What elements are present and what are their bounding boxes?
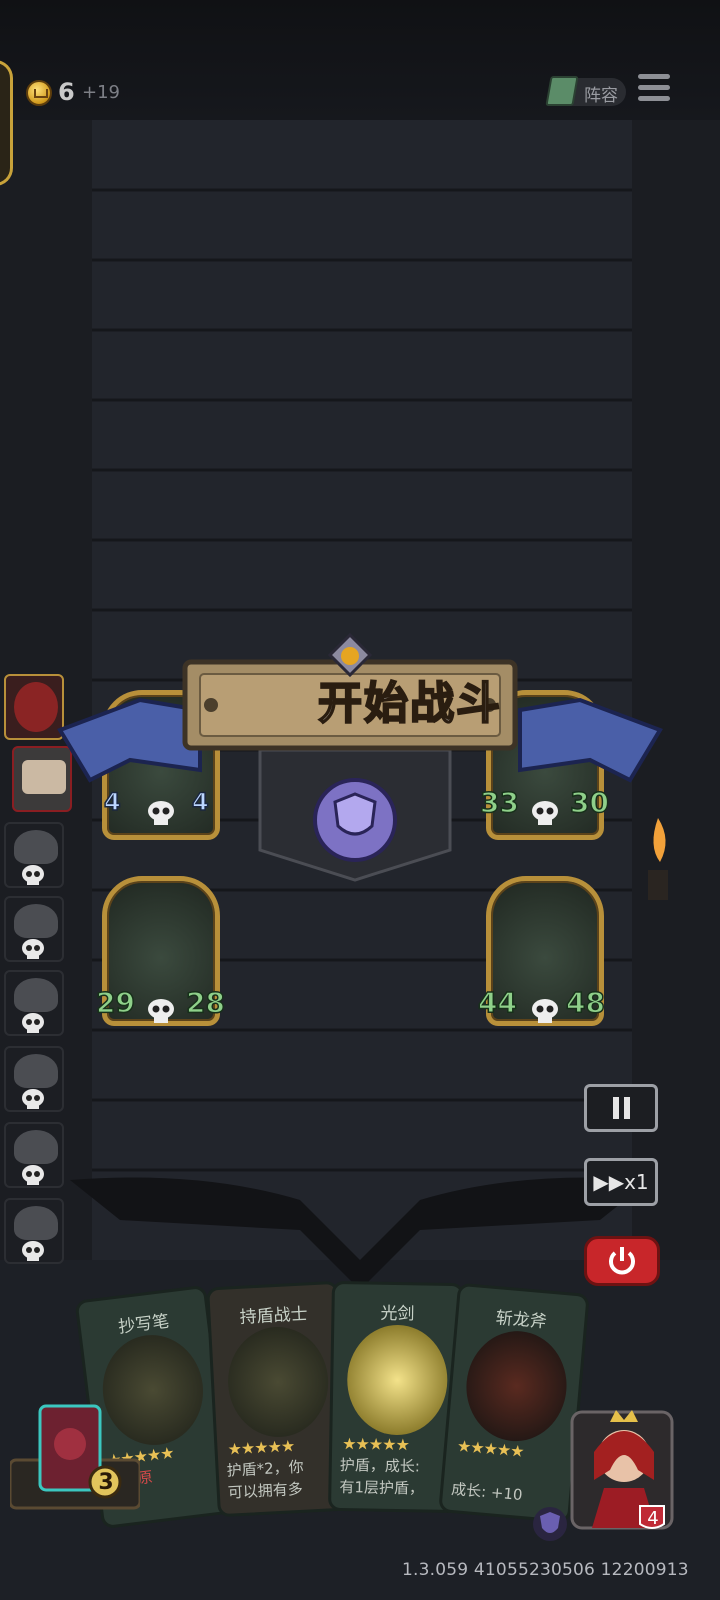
start-battle-banner: 开始战斗 — [50, 630, 670, 890]
skull-icon — [22, 865, 44, 885]
party-slot-8[interactable] — [4, 1198, 64, 1264]
party-slot-4[interactable] — [4, 896, 64, 962]
menu-icon[interactable] — [638, 74, 670, 104]
card-description: 成长: +10 — [450, 1479, 524, 1505]
pause-button[interactable] — [584, 1084, 658, 1132]
queen-portrait — [570, 1410, 674, 1530]
skull-icon — [22, 1089, 44, 1109]
party-slot-7[interactable] — [4, 1122, 64, 1188]
deck-count: 3 — [98, 1470, 114, 1495]
deck-pile[interactable]: 3 — [8, 1400, 142, 1510]
card-description: 护盾，成长: 有1层护盾， — [339, 1456, 425, 1498]
shield-icon — [533, 1507, 567, 1541]
monster-portrait — [14, 1130, 58, 1164]
monster-portrait — [14, 904, 58, 938]
card-name: 斩龙斧 — [494, 1308, 548, 1333]
gold-bonus: +19 — [82, 82, 120, 103]
card-stars: ★★★★★ — [342, 1434, 410, 1455]
monster-portrait — [14, 1054, 58, 1088]
monster-attack: 44 — [477, 985, 517, 1020]
skull-icon — [22, 1241, 44, 1261]
lineup-label: 阵容 — [584, 86, 618, 106]
card-stars: ★★★★★ — [227, 1436, 295, 1459]
speed-button[interactable]: ▶▶x1 — [584, 1158, 658, 1206]
skull-icon — [148, 999, 174, 1023]
power-icon — [609, 1247, 635, 1275]
card-art — [346, 1324, 449, 1436]
party-slot-5[interactable] — [4, 970, 64, 1036]
player-level: 4 — [647, 1508, 659, 1529]
player-portrait[interactable]: 4 — [568, 1400, 678, 1532]
deck-graphic — [8, 1404, 142, 1510]
card-art — [461, 1327, 572, 1446]
card-name: 光剑 — [380, 1303, 415, 1325]
lineup-button[interactable]: 阵容 — [545, 76, 626, 106]
card-description: 护盾*2，你 可以拥有多 — [226, 1457, 305, 1502]
hero-portrait-frame[interactable] — [0, 60, 13, 186]
book-icon — [545, 76, 579, 106]
pause-icon — [613, 1097, 630, 1119]
skull-icon — [22, 1013, 44, 1033]
start-battle-title: 开始战斗 — [317, 677, 502, 730]
monster-portrait — [14, 1206, 58, 1240]
version-label: 1.3.059 41055230506 12200913 — [402, 1560, 689, 1580]
card-art — [225, 1324, 331, 1440]
monster-health: 28 — [185, 985, 225, 1020]
gold-crown-icon — [26, 80, 52, 106]
gold-value: 6 — [58, 78, 75, 106]
monster-attack: 29 — [95, 985, 135, 1020]
card-name: 持盾战士 — [239, 1304, 309, 1328]
skull-icon — [22, 939, 44, 959]
monster-portrait — [14, 978, 58, 1012]
exit-button[interactable] — [584, 1236, 660, 1286]
skull-icon — [532, 999, 558, 1023]
skull-icon — [22, 1165, 44, 1185]
monster-health: 48 — [565, 985, 605, 1020]
party-slot-6[interactable] — [4, 1046, 64, 1112]
